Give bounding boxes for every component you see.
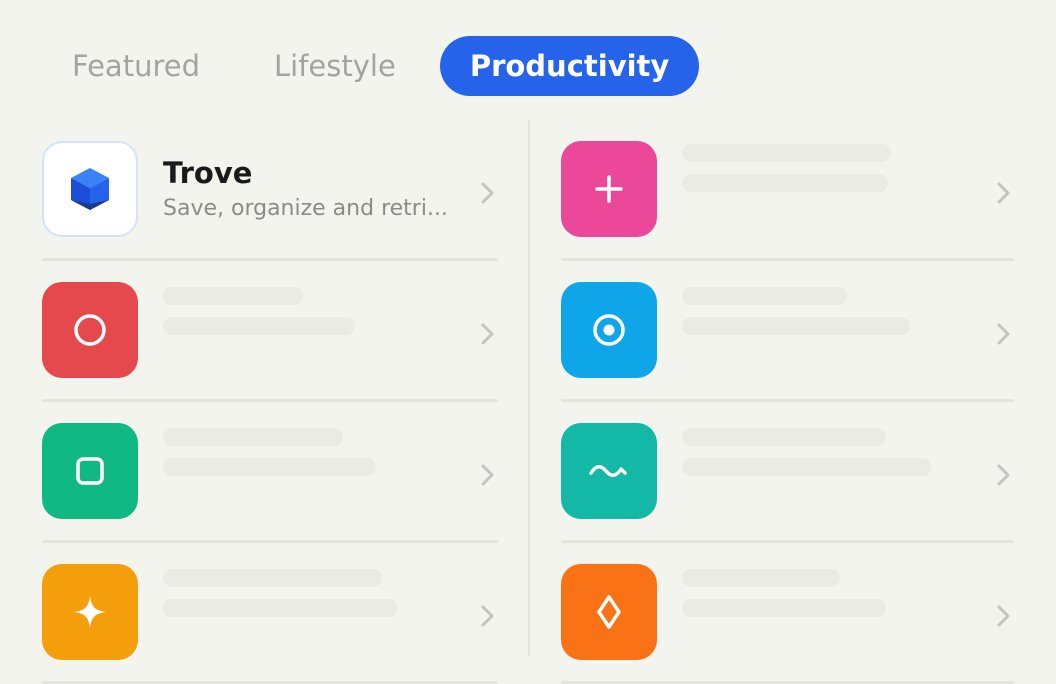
app-icon [561,564,657,660]
column-divider [528,120,530,656]
app-list-left: Trove Save, organize and retri... [42,120,498,684]
app-name: Trove [163,156,253,190]
chevron-right-icon [997,605,1010,627]
placeholder-title [682,569,840,587]
app-icon [561,423,657,519]
app-icon-trove [42,141,138,237]
list-item-trove[interactable]: Trove Save, organize and retri... [42,120,498,261]
placeholder-subtitle [163,458,376,476]
list-item[interactable] [561,120,1014,261]
app-description: Save, organize and retri... [163,196,448,221]
placeholder-subtitle [163,317,355,335]
cube-icon [71,168,109,210]
list-item[interactable] [42,543,498,684]
app-icon [42,423,138,519]
tab-productivity[interactable]: Productivity [439,36,700,96]
tab-lifestyle[interactable]: Lifestyle [244,36,426,96]
app-icon [42,282,138,378]
placeholder-title [682,287,847,305]
list-item[interactable] [42,402,498,543]
placeholder-title [163,428,343,446]
chevron-right-icon [481,605,494,627]
list-item[interactable] [42,261,498,402]
placeholder-subtitle [682,317,910,335]
chevron-right-icon [997,182,1010,204]
category-tabs: Featured Lifestyle Productivity [42,36,713,96]
app-icon [42,564,138,660]
diamond-icon [597,595,621,629]
placeholder-title [163,569,382,587]
list-item[interactable] [561,543,1014,684]
chevron-right-icon [481,464,494,486]
wave-icon [589,465,627,477]
placeholder-subtitle [163,599,397,617]
app-icon [561,141,657,237]
placeholder-subtitle [682,458,931,476]
app-list-right [561,120,1014,684]
list-item[interactable] [561,261,1014,402]
chevron-right-icon [997,464,1010,486]
target-icon [593,314,625,346]
app-icon [561,282,657,378]
list-item[interactable] [561,402,1014,543]
chevron-right-icon [481,323,494,345]
tab-featured[interactable]: Featured [42,36,230,96]
placeholder-title [163,287,303,305]
chevron-right-icon [997,323,1010,345]
circle-icon [74,314,106,346]
square-icon [76,457,104,485]
placeholder-subtitle [682,174,888,192]
chevron-right-icon [481,182,494,204]
plus-icon [595,175,623,203]
placeholder-subtitle [682,599,886,617]
placeholder-title [682,428,886,446]
sparkle-icon [74,596,106,628]
placeholder-title [682,144,891,162]
